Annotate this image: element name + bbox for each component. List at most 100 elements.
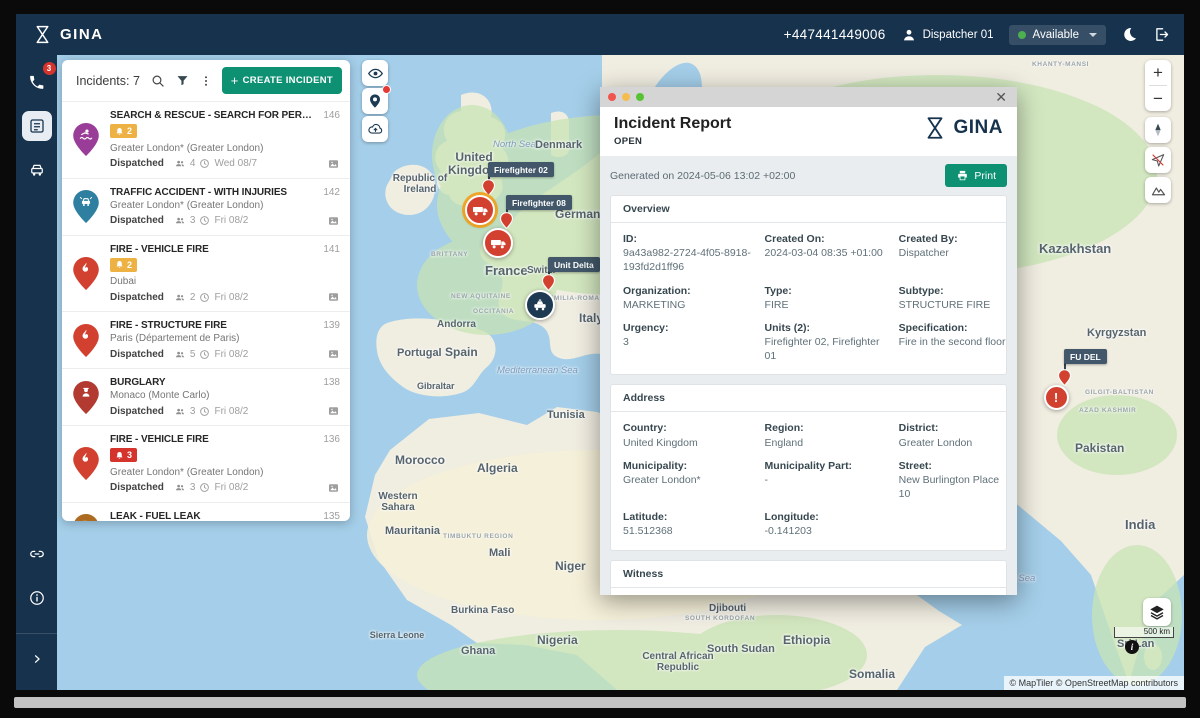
unit-marker[interactable] [483, 228, 513, 258]
map-label: Nigeria [537, 633, 578, 647]
incident-report-modal: ✕ Incident Report OPEN GINA [600, 87, 1017, 595]
bell-icon [115, 260, 124, 269]
modal-titlebar[interactable]: ✕ [600, 87, 1017, 107]
map-scale: 500 km [1114, 627, 1174, 638]
location-pin-icon [367, 93, 383, 109]
create-incident-button[interactable]: + CREATE INCIDENT [222, 67, 342, 94]
map-info-button[interactable]: i [1125, 640, 1139, 654]
map-label: Denmark [535, 139, 582, 151]
map-label: Ghana [461, 645, 495, 657]
rail-item-info[interactable] [22, 583, 52, 613]
rail-item-incidents[interactable] [22, 111, 52, 141]
incident-list-item[interactable]: FIRE - STRUCTURE FIRE 139 Paris (Départe… [62, 311, 350, 368]
field-value: Greater London [899, 436, 1007, 450]
field-label: Created On: [765, 232, 891, 246]
unit-marker[interactable]: ! [1044, 385, 1069, 410]
incident-list-item[interactable]: FIRE - VEHICLE FIRE 136 3 Greater London… [62, 425, 350, 502]
map-canvas[interactable]: KHANTY-MANSINorth SeaDenmarkUnited Kingd… [57, 55, 1184, 690]
field-value: Fire in the second floor [899, 335, 1007, 349]
map-units-toggle-button[interactable] [362, 88, 388, 114]
terrain-button[interactable] [1145, 177, 1171, 203]
incident-list-item[interactable]: SEARCH & RESCUE - SEARCH FOR PERSON IN W… [62, 101, 350, 178]
units-icon [174, 292, 186, 303]
window-close-dot[interactable] [608, 93, 616, 101]
incident-time: Fri 08/2 [214, 406, 248, 417]
incident-list-item[interactable]: FIRE - VEHICLE FIRE 141 2 Dubai Dispatch… [62, 235, 350, 312]
map-label: France [485, 263, 528, 278]
map-label: Spain [445, 345, 478, 359]
incident-list-item[interactable]: LEAK - FUEL LEAK 135 Mesaieed (Zone 92) … [62, 502, 350, 522]
brand-name: GINA [60, 26, 104, 43]
logout-button[interactable] [1153, 26, 1170, 43]
zoom-out-button[interactable]: − [1145, 86, 1171, 111]
map-label: GILGIT-BALTISTAN [1085, 389, 1154, 396]
field-value: Firefighter 02, Firefighter 01 [765, 335, 891, 363]
geolocate-disabled-icon [1150, 152, 1166, 168]
filter-button[interactable] [175, 73, 190, 88]
car-crash-pin-icon [71, 190, 101, 223]
rail-item-links[interactable] [22, 539, 52, 569]
incident-number: 136 [323, 434, 340, 445]
window-minimize-dot[interactable] [622, 93, 630, 101]
geolocate-button[interactable] [1145, 147, 1171, 173]
incident-list: SEARCH & RESCUE - SEARCH FOR PERSON IN W… [62, 101, 350, 521]
incident-location: Paris (Département de Paris) [110, 333, 340, 344]
incident-list-item[interactable]: TRAFFIC ACCIDENT - WITH INJURIES 142 Gre… [62, 178, 350, 235]
search-button[interactable] [150, 73, 166, 89]
map-label: Sierra Leone [369, 631, 425, 641]
report-field: Region: England [765, 421, 891, 449]
incident-title: BURGLARY [110, 377, 315, 388]
report-field: ID: 9a43a982-2724-4f05-8918-193fd2d1ff96 [623, 232, 757, 275]
more-options-button[interactable] [199, 73, 213, 89]
map-label: Mali [489, 547, 510, 559]
map-label: North Sea [493, 139, 536, 150]
report-brand-logo: GINA [922, 115, 1004, 141]
field-value: 51.512368 [623, 524, 757, 538]
layers-button[interactable] [1143, 598, 1171, 626]
unit-marker[interactable] [525, 290, 555, 320]
kebab-menu-icon [199, 73, 213, 89]
field-label: Latitude: [623, 510, 757, 524]
unit-marker-label: Firefighter 02 [488, 162, 554, 177]
top-bar: GINA +447441449006 Dispatcher 01 Availab… [16, 14, 1184, 55]
compass-icon [1150, 122, 1166, 138]
chevron-down-icon [1089, 33, 1097, 37]
map-label: TIMBUKTU REGION [443, 533, 513, 540]
field-label: Municipality Part: [765, 459, 891, 473]
incident-units-count: 3 [190, 215, 196, 226]
field-label: Subtype: [899, 284, 1007, 298]
dark-mode-toggle[interactable] [1121, 26, 1138, 43]
map-label: Niger [555, 559, 586, 573]
map-label: BRITTANY [431, 251, 468, 258]
print-button[interactable]: Print [945, 164, 1007, 187]
rail-item-units[interactable] [22, 155, 52, 185]
rail-expand-button[interactable] [22, 644, 52, 674]
clock-icon [199, 482, 210, 493]
cloud-sync-icon [367, 121, 384, 138]
compass-button[interactable] [1145, 117, 1171, 143]
rail-item-calls[interactable]: 3 [22, 67, 52, 97]
incident-units-count: 3 [190, 406, 196, 417]
availability-dropdown[interactable]: Available [1009, 25, 1106, 45]
close-icon[interactable]: ✕ [993, 90, 1009, 104]
overview-section: Overview ID: 9a43a982-2724-4f05-8918-193… [610, 195, 1007, 375]
unit-marker-label: Firefighter 08 [506, 195, 572, 210]
zoom-in-button[interactable]: + [1145, 60, 1171, 85]
incident-location: Greater London* (Greater London) [110, 200, 340, 211]
unit-marker[interactable] [465, 195, 495, 225]
incident-time: Fri 08/2 [214, 292, 248, 303]
flame-pin-icon [71, 324, 101, 357]
report-field: Type: FIRE [765, 284, 891, 312]
incident-number: 135 [323, 511, 340, 522]
window-maximize-dot[interactable] [636, 93, 644, 101]
photo-icon [327, 291, 340, 303]
user-menu[interactable]: Dispatcher 01 [901, 27, 994, 43]
incident-location: Monaco (Monte Carlo) [110, 390, 340, 401]
incident-list-item[interactable]: BURGLARY 138 Monaco (Monte Carlo) Dispat… [62, 368, 350, 425]
clock-icon [199, 406, 210, 417]
map-visibility-button[interactable] [362, 60, 388, 86]
map-sync-button[interactable] [362, 116, 388, 142]
field-label: ID: [623, 232, 757, 246]
field-label: Longitude: [765, 510, 891, 524]
map-label: Morocco [395, 453, 445, 467]
